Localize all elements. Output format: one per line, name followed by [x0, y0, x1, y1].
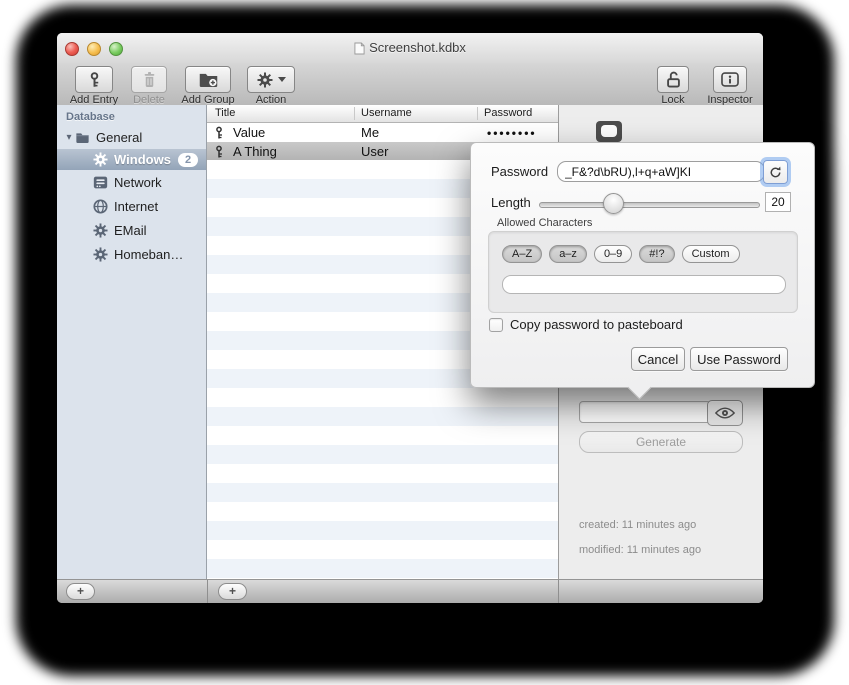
table-row[interactable]: Value Me •••••••• — [207, 123, 558, 142]
length-value-field[interactable] — [765, 192, 791, 212]
length-slider-track[interactable] — [539, 202, 760, 208]
sidebar-item-homebanking[interactable]: Homeban… — [57, 242, 206, 266]
chevron-down-icon — [278, 77, 286, 82]
cancel-button[interactable]: Cancel — [631, 347, 685, 371]
add-group-plus-button[interactable]: + — [66, 583, 95, 600]
entry-icon-picker[interactable] — [596, 121, 622, 142]
image-icon — [601, 125, 617, 137]
toggle-symbols[interactable]: #!? — [639, 245, 674, 263]
sidebar-item-label: Internet — [114, 199, 158, 214]
entry-title: Value — [233, 125, 265, 140]
add-entry-button[interactable]: Add Entry — [65, 66, 123, 106]
network-icon — [93, 175, 108, 190]
inspector-button[interactable]: Inspector — [701, 66, 759, 106]
bottom-bar: + + — [57, 579, 763, 603]
toolbar: Add Entry Delete Add Group Action Lock I… — [57, 63, 763, 106]
folder-plus-icon — [198, 71, 219, 88]
sidebar-item-email[interactable]: EMail — [57, 218, 206, 242]
key-icon — [214, 126, 224, 140]
lock-button[interactable]: Lock — [651, 66, 695, 106]
toggle-custom[interactable]: Custom — [682, 245, 740, 263]
password-generator-popover: Password Length Allowed Characters A–Z a… — [470, 142, 815, 388]
sidebar-item-label: General — [96, 130, 142, 145]
eye-icon — [715, 407, 735, 419]
character-class-toggles: A–Z a–z 0–9 #!? Custom — [502, 245, 740, 263]
length-slider-knob[interactable] — [603, 193, 624, 214]
gear-icon — [93, 152, 108, 167]
allowed-characters-label: Allowed Characters — [497, 217, 592, 229]
divider — [558, 580, 559, 603]
trash-icon — [142, 71, 157, 88]
entry-username: User — [354, 144, 477, 159]
copy-to-pasteboard-option: Copy password to pasteboard — [489, 317, 683, 332]
sidebar-item-label: EMail — [114, 223, 147, 238]
sidebar-item-internet[interactable]: Internet — [57, 194, 206, 218]
gear-icon — [93, 223, 108, 238]
sidebar: Database ▾ General Windows 2 Network Int… — [57, 105, 207, 580]
add-group-button[interactable]: Add Group — [175, 66, 241, 106]
gear-icon — [93, 247, 108, 262]
globe-icon — [93, 199, 108, 214]
key-icon — [87, 71, 102, 89]
length-label: Length — [491, 195, 531, 210]
modified-timestamp: modified: 11 minutes ago — [579, 544, 701, 556]
copy-password-label: Copy password to pasteboard — [510, 317, 683, 332]
copy-password-checkbox[interactable] — [489, 318, 503, 332]
table-header: Title Username Password — [207, 105, 558, 123]
window-title-text: Screenshot.kdbx — [369, 40, 466, 55]
divider — [207, 580, 208, 603]
inspector-password-field[interactable] — [579, 401, 711, 423]
reveal-password-button[interactable] — [707, 400, 743, 426]
window-title: Screenshot.kdbx — [57, 40, 763, 55]
generate-button[interactable]: Generate — [579, 431, 743, 453]
gear-icon — [257, 72, 273, 88]
key-icon — [214, 145, 224, 159]
document-icon — [354, 42, 365, 55]
add-entry-plus-button[interactable]: + — [218, 583, 247, 600]
disclosure-triangle-icon[interactable]: ▾ — [63, 132, 75, 143]
sidebar-item-label: Network — [114, 175, 162, 190]
sidebar-item-label: Homeban… — [114, 247, 183, 262]
sidebar-item-general[interactable]: ▾ General — [57, 127, 206, 147]
lock-open-icon — [665, 71, 682, 89]
toggle-lowercase[interactable]: a–z — [549, 245, 587, 263]
sidebar-item-windows[interactable]: Windows 2 — [57, 149, 206, 170]
action-button[interactable]: Action — [245, 66, 297, 106]
toggle-digits[interactable]: 0–9 — [594, 245, 632, 263]
folder-icon — [75, 130, 90, 145]
column-header-username[interactable]: Username — [361, 107, 412, 119]
regenerate-button[interactable] — [763, 160, 788, 184]
refresh-icon — [769, 166, 782, 179]
created-timestamp: created: 11 minutes ago — [579, 519, 696, 531]
entry-count-badge: 2 — [178, 153, 198, 167]
generated-password-field[interactable] — [557, 161, 765, 182]
column-separator[interactable] — [354, 107, 355, 120]
delete-button[interactable]: Delete — [125, 66, 173, 106]
column-separator[interactable] — [477, 107, 478, 120]
allowed-characters-box: A–Z a–z 0–9 #!? Custom — [488, 231, 798, 313]
entry-username: Me — [354, 125, 477, 140]
sidebar-item-network[interactable]: Network — [57, 170, 206, 194]
entry-title: A Thing — [233, 144, 277, 159]
titlebar: Screenshot.kdbx — [57, 33, 763, 63]
column-header-title[interactable]: Title — [215, 107, 235, 119]
sidebar-header-database: Database — [66, 111, 206, 123]
app-window: Screenshot.kdbx Add Entry Delete Add Gro… — [57, 33, 763, 603]
custom-characters-field[interactable] — [502, 275, 786, 294]
use-password-button[interactable]: Use Password — [690, 347, 788, 371]
sidebar-item-label: Windows — [114, 152, 171, 167]
entry-password-dots: •••••••• — [477, 126, 558, 140]
password-label: Password — [491, 164, 548, 179]
column-header-password[interactable]: Password — [484, 107, 532, 119]
info-icon — [721, 72, 739, 87]
toggle-uppercase[interactable]: A–Z — [502, 245, 542, 263]
